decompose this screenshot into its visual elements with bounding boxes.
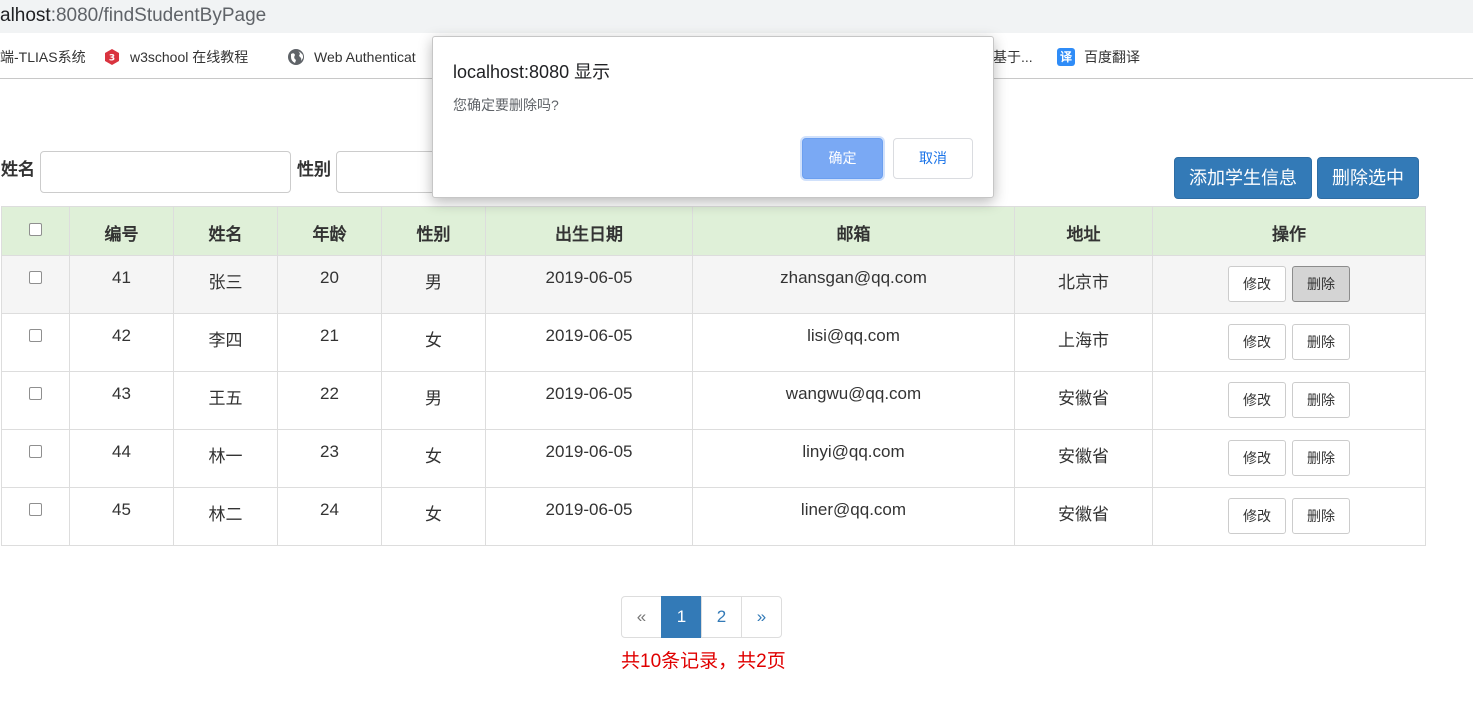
cell-birthday: 2019-06-05: [485, 429, 693, 488]
cell-name: 李四: [173, 313, 278, 372]
cell-actions: 修改 删除: [1152, 429, 1426, 488]
w3school-icon: 3: [103, 48, 121, 66]
edit-button[interactable]: 修改: [1228, 266, 1286, 302]
cell-birthday: 2019-06-05: [485, 487, 693, 546]
cell-id: 44: [69, 429, 174, 488]
cell-id: 41: [69, 255, 174, 314]
cell-age: 20: [277, 255, 382, 314]
header-actions: 操作: [1152, 206, 1426, 256]
cell-actions: 修改 删除: [1152, 487, 1426, 546]
cell-name: 林二: [173, 487, 278, 546]
edit-button[interactable]: 修改: [1228, 324, 1286, 360]
select-all-checkbox[interactable]: [29, 223, 42, 236]
dialog-message: 您确定要删除吗?: [453, 97, 559, 113]
dialog-title: localhost:8080 显示: [453, 62, 611, 82]
pagination-page-2[interactable]: 2: [701, 596, 742, 638]
cell-name: 王五: [173, 371, 278, 430]
cell-id: 45: [69, 487, 174, 546]
add-student-button[interactable]: 添加学生信息: [1174, 157, 1312, 199]
cell-address: 安徽省: [1014, 487, 1153, 546]
table-row: 44 林一 23 女 2019-06-05 linyi@qq.com 安徽省 修…: [1, 429, 1426, 488]
delete-button[interactable]: 删除: [1292, 440, 1350, 476]
cell-gender: 男: [381, 371, 486, 430]
row-checkbox[interactable]: [29, 271, 42, 284]
cell-gender: 女: [381, 429, 486, 488]
globe-icon: [287, 48, 305, 66]
cell-birthday: 2019-06-05: [485, 371, 693, 430]
cell-address: 北京市: [1014, 255, 1153, 314]
cell-address: 上海市: [1014, 313, 1153, 372]
svg-text:3: 3: [109, 54, 115, 64]
edit-button[interactable]: 修改: [1228, 498, 1286, 534]
cell-age: 24: [277, 487, 382, 546]
browser-address-bar[interactable]: alhost:8080/findStudentByPage: [0, 0, 1473, 33]
confirm-cancel-button[interactable]: 取消: [893, 138, 973, 179]
cell-actions: 修改 删除: [1152, 255, 1426, 314]
record-summary: 共10条记录，共2页: [621, 651, 786, 672]
header-birthday: 出生日期: [485, 206, 693, 256]
cell-gender: 女: [381, 487, 486, 546]
cell-address: 安徽省: [1014, 429, 1153, 488]
cell-birthday: 2019-06-05: [485, 313, 693, 372]
name-label: 姓名: [1, 160, 35, 179]
cell-actions: 修改 删除: [1152, 371, 1426, 430]
table-header-row: 编号 姓名 年龄 性别 出生日期 邮箱 地址 操作: [1, 206, 1426, 256]
row-checkbox[interactable]: [29, 329, 42, 342]
bookmark-jiyu[interactable]: 基于...: [993, 47, 1033, 67]
cell-age: 22: [277, 371, 382, 430]
cell-email: zhansgan@qq.com: [692, 255, 1015, 314]
bookmark-web-authentication[interactable]: Web Authenticat: [287, 47, 416, 67]
row-checkbox[interactable]: [29, 445, 42, 458]
cell-id: 43: [69, 371, 174, 430]
cell-gender: 男: [381, 255, 486, 314]
header-age: 年龄: [277, 206, 382, 256]
bookmark-tlias[interactable]: 端-TLIAS系统: [0, 47, 86, 67]
cell-email: linyi@qq.com: [692, 429, 1015, 488]
translate-icon: 译: [1057, 48, 1075, 66]
cell-age: 21: [277, 313, 382, 372]
table-row: 42 李四 21 女 2019-06-05 lisi@qq.com 上海市 修改…: [1, 313, 1426, 372]
header-name: 姓名: [173, 206, 278, 256]
confirm-dialog: localhost:8080 显示 您确定要删除吗? 确定 取消: [432, 36, 994, 198]
pagination-prev[interactable]: «: [621, 596, 662, 638]
gender-label: 性别: [297, 160, 331, 179]
header-gender: 性别: [381, 206, 486, 256]
name-search-input[interactable]: [40, 151, 291, 193]
edit-button[interactable]: 修改: [1228, 382, 1286, 418]
delete-button[interactable]: 删除: [1292, 266, 1350, 302]
table-row: 45 林二 24 女 2019-06-05 liner@qq.com 安徽省 修…: [1, 487, 1426, 546]
student-table: 编号 姓名 年龄 性别 出生日期 邮箱 地址 操作 41 张三 20 男 201…: [1, 206, 1426, 546]
bookmark-w3school[interactable]: 3 w3school 在线教程: [103, 47, 248, 67]
cell-email: wangwu@qq.com: [692, 371, 1015, 430]
delete-button[interactable]: 删除: [1292, 382, 1350, 418]
cell-name: 林一: [173, 429, 278, 488]
table-row: 41 张三 20 男 2019-06-05 zhansgan@qq.com 北京…: [1, 255, 1426, 314]
bookmark-baidu-fanyi[interactable]: 译 百度翻译: [1057, 47, 1140, 67]
cell-address: 安徽省: [1014, 371, 1153, 430]
pagination: « 1 2 »: [621, 596, 782, 638]
cell-name: 张三: [173, 255, 278, 314]
delete-button[interactable]: 删除: [1292, 498, 1350, 534]
header-select-all: [1, 206, 70, 256]
cell-email: liner@qq.com: [692, 487, 1015, 546]
row-checkbox[interactable]: [29, 503, 42, 516]
confirm-ok-button[interactable]: 确定: [802, 138, 883, 179]
cell-birthday: 2019-06-05: [485, 255, 693, 314]
cell-actions: 修改 删除: [1152, 313, 1426, 372]
cell-gender: 女: [381, 313, 486, 372]
header-address: 地址: [1014, 206, 1153, 256]
header-id: 编号: [69, 206, 174, 256]
cell-id: 42: [69, 313, 174, 372]
url-text[interactable]: alhost:8080/findStudentByPage: [0, 6, 266, 26]
cell-age: 23: [277, 429, 382, 488]
pagination-page-1[interactable]: 1: [661, 596, 702, 638]
edit-button[interactable]: 修改: [1228, 440, 1286, 476]
delete-button[interactable]: 删除: [1292, 324, 1350, 360]
cell-email: lisi@qq.com: [692, 313, 1015, 372]
row-checkbox[interactable]: [29, 387, 42, 400]
header-email: 邮箱: [692, 206, 1015, 256]
delete-selected-button[interactable]: 删除选中: [1317, 157, 1419, 199]
table-row: 43 王五 22 男 2019-06-05 wangwu@qq.com 安徽省 …: [1, 371, 1426, 430]
pagination-next[interactable]: »: [741, 596, 782, 638]
